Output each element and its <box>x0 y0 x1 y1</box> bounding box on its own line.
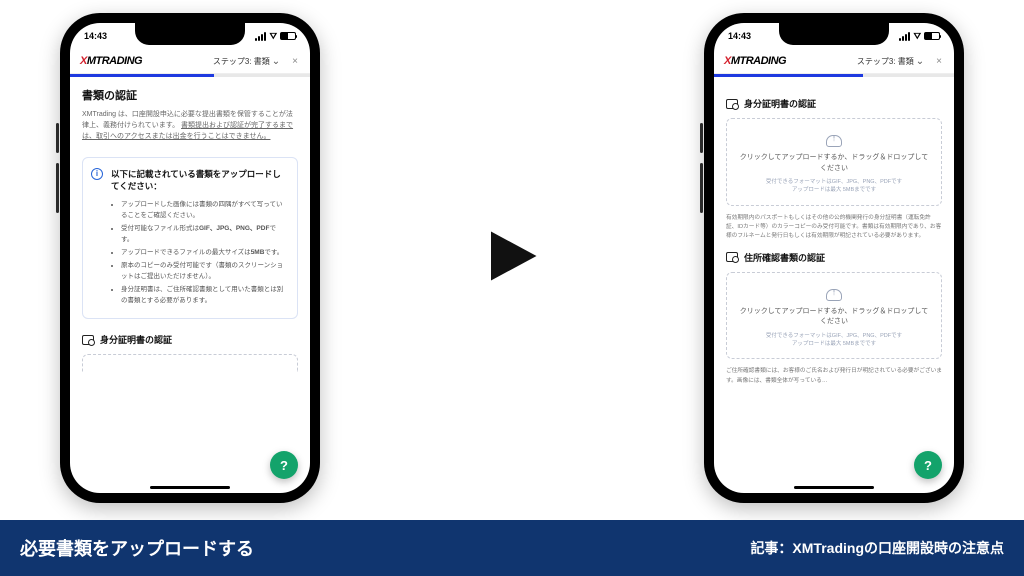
section-title: 住所確認書類の認証 <box>744 251 825 264</box>
home-indicator <box>150 486 230 489</box>
screen: 14:43 ⛛ XMTRADING ステップ3: 書類 × 書類の認証 XMTr… <box>70 23 310 493</box>
brand-logo: XMTRADING <box>80 55 142 67</box>
close-icon[interactable]: × <box>934 56 944 67</box>
caption-banner: 必要書類をアップロードする 記事：XMTradingの口座開設時の注意点 <box>0 520 1024 576</box>
upload-icon <box>826 289 842 301</box>
step-dropdown[interactable]: ステップ3: 書類 <box>792 56 928 67</box>
dropzone-label: クリックしてアップロードするか、ドラッグ＆ドロップしてください <box>737 307 931 328</box>
banner-right: 記事：XMTradingの口座開設時の注意点 <box>750 538 1004 558</box>
step-dropdown[interactable]: ステップ3: 書類 <box>148 56 284 67</box>
content[interactable]: 書類の認証 XMTrading は、口座開設申込に必要な提出書類を保管することが… <box>70 77 310 493</box>
list-item: アップロードできるファイルの最大サイズは5MBです。 <box>121 247 287 258</box>
phone-left: 14:43 ⛛ XMTRADING ステップ3: 書類 × 書類の認証 XMTr… <box>60 13 320 503</box>
status-right: ⛛ <box>899 31 940 42</box>
status-time: 14:43 <box>84 31 107 41</box>
section-header-address: 住所確認書類の認証 <box>726 251 942 264</box>
screen: 14:43 ⛛ XMTRADING ステップ3: 書類 × 身分証明書の認証 <box>714 23 954 493</box>
transition-arrow-icon <box>477 221 547 296</box>
stage: 14:43 ⛛ XMTRADING ステップ3: 書類 × 書類の認証 XMTr… <box>0 0 1024 576</box>
battery-icon <box>280 32 296 40</box>
page-title: 書類の認証 <box>82 87 298 103</box>
dropzone-partial[interactable] <box>82 354 298 372</box>
notch <box>779 23 889 45</box>
help-fab[interactable]: ? <box>270 451 298 479</box>
address-note-cut: ご住所確認書類には、お客様のご氏名および発行日が明記されている必要がございます。… <box>726 367 942 385</box>
info-list: アップロードした画像には書類の四隅がすべて写っていることをご確認ください。 受付… <box>111 199 287 306</box>
status-time: 14:43 <box>728 31 751 41</box>
dropzone-label: クリックしてアップロードするか、ドラッグ＆ドロップしてください <box>737 153 931 174</box>
home-indicator <box>794 486 874 489</box>
section-header-id: 身分証明書の認証 <box>726 97 942 110</box>
info-box: i 以下に記載されている書類をアップロードしてください： アップロードした画像に… <box>82 157 298 320</box>
list-item: アップロードした画像には書類の四隅がすべて写っていることをご確認ください。 <box>121 199 287 221</box>
info-title: 以下に記載されている書類をアップロードしてください： <box>111 168 287 194</box>
section-title: 身分証明書の認証 <box>744 97 816 110</box>
status-right: ⛛ <box>255 31 296 42</box>
signal-icon <box>255 32 266 41</box>
list-item: 原本のコピーのみ受付可能です（書類のスクリーンショットはご提出いただけません）。 <box>121 260 287 282</box>
upload-icon <box>826 135 842 147</box>
section-header-id: 身分証明書の認証 <box>82 333 298 346</box>
list-item: 身分証明書は、ご住所確認書類として用いた書類とは別の書類とする必要があります。 <box>121 284 287 306</box>
notch <box>135 23 245 45</box>
signal-icon <box>899 32 910 41</box>
id-card-icon <box>726 99 738 109</box>
phone-right: 14:43 ⛛ XMTRADING ステップ3: 書類 × 身分証明書の認証 <box>704 13 964 503</box>
help-fab[interactable]: ? <box>914 451 942 479</box>
dropzone-sub: 受付できるフォーマットはGIF、JPG、PNG、PDFです アップロードは最大 … <box>737 332 931 349</box>
id-card-icon <box>82 335 94 345</box>
section-title: 身分証明書の認証 <box>100 333 172 346</box>
lead-text: XMTrading は、口座開設申込に必要な提出書類を保管することが法律上、義務… <box>82 109 298 143</box>
wifi-icon: ⛛ <box>913 31 921 42</box>
app-header: XMTRADING ステップ3: 書類 × <box>714 49 954 74</box>
dropzone-address[interactable]: クリックしてアップロードするか、ドラッグ＆ドロップしてください 受付できるフォー… <box>726 272 942 360</box>
battery-icon <box>924 32 940 40</box>
brand-logo: XMTRADING <box>724 55 786 67</box>
banner-left: 必要書類をアップロードする <box>20 535 254 561</box>
id-note: 有効期限内のパスポートもしくはその他の公的機関発行の身分証明書（運転免許証、ID… <box>726 214 942 241</box>
id-card-icon <box>726 252 738 262</box>
close-icon[interactable]: × <box>290 56 300 67</box>
app-header: XMTRADING ステップ3: 書類 × <box>70 49 310 74</box>
list-item: 受付可能なファイル形式はGIF、JPG、PNG、PDFです。 <box>121 223 287 245</box>
dropzone-sub: 受付できるフォーマットはGIF、JPG、PNG、PDFです アップロードは最大 … <box>737 178 931 195</box>
content[interactable]: 身分証明書の認証 クリックしてアップロードするか、ドラッグ＆ドロップしてください… <box>714 77 954 493</box>
info-icon: i <box>91 168 103 180</box>
dropzone-id[interactable]: クリックしてアップロードするか、ドラッグ＆ドロップしてください 受付できるフォー… <box>726 118 942 206</box>
wifi-icon: ⛛ <box>269 31 277 42</box>
